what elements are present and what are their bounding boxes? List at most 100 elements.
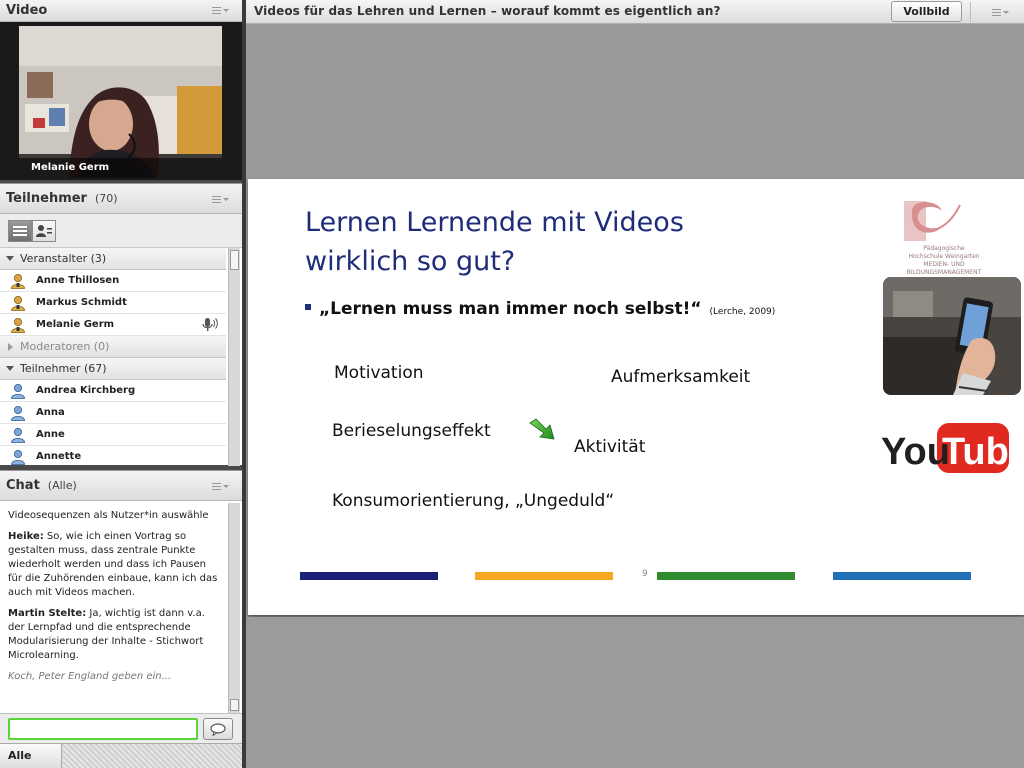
keyword-berieselungseffekt: Berieselungseffekt (332, 421, 491, 441)
video-pod-header: Video (0, 0, 242, 22)
video-pod-title: Video (6, 3, 48, 18)
participant-group-label: Veranstalter (3) (20, 252, 107, 265)
menu-icon (212, 195, 221, 203)
keyword-aufmerksamkeit: Aufmerksamkeit (611, 367, 751, 387)
chevron-down-icon (6, 366, 14, 371)
video-pod: Video Melanie Germ (0, 0, 242, 180)
host-user-icon (11, 317, 25, 333)
chat-pod-menu-button[interactable] (212, 480, 230, 492)
participants-count: (70) (94, 192, 118, 205)
participant-row[interactable]: Anna (0, 402, 226, 424)
university-logo-text: Pädagogische Hochschule Weingarten MEDIE… (902, 245, 986, 277)
chat-message-author: Heike: (8, 531, 44, 542)
list-view-button[interactable] (8, 220, 32, 242)
person-list-icon (36, 225, 52, 237)
chevron-right-icon (8, 342, 13, 351)
user-icon (11, 405, 25, 421)
logo-text-line-1: Pädagogische (923, 245, 965, 252)
participant-row[interactable]: Annette (0, 446, 226, 466)
user-icon (11, 383, 25, 399)
bullet-citation: (Lerche, 2009) (709, 307, 776, 317)
youtube-logo-icon: You Tube (881, 423, 1024, 473)
chat-footer: Alle (0, 743, 242, 768)
logo-text-line-3: MEDIEN- UND (923, 261, 965, 268)
host-user-icon (11, 295, 25, 311)
university-logo-mark (904, 201, 961, 241)
participant-group-header[interactable]: Moderatoren (0) (0, 336, 226, 358)
participant-group-label: Moderatoren (0) (20, 340, 110, 353)
chat-input-bar (0, 713, 242, 743)
participant-row[interactable]: Andrea Kirchberg (0, 380, 226, 402)
chat-message-input[interactable] (8, 718, 198, 740)
slide-page-number: 9 (642, 569, 648, 579)
participant-name: Anna (36, 407, 65, 418)
participant-group-label: Teilnehmer (67) (20, 362, 107, 375)
chat-pod: Chat (Alle) Videosequenzen als Nutzer*in… (0, 470, 242, 768)
participant-name: Anne Thillosen (36, 275, 120, 286)
chevron-down-icon (1003, 10, 1009, 14)
green-arrow-icon (529, 418, 555, 440)
participant-group-header[interactable]: Teilnehmer (67) (0, 358, 226, 380)
bullet-square-icon (305, 304, 311, 310)
slide-title-line-1: Lernen Lernende mit Videos (305, 207, 684, 238)
participant-row[interactable]: Anne (0, 424, 226, 446)
keyword-aktivitaet: Aktivität (574, 437, 646, 457)
participant-name: Markus Schmidt (36, 297, 127, 308)
participants-scrollbar[interactable] (228, 248, 240, 466)
participant-row[interactable]: Melanie Germ (0, 314, 226, 336)
scrollbar-thumb[interactable] (230, 250, 239, 270)
presenter-view-button[interactable] (32, 220, 56, 242)
chevron-down-icon (223, 8, 229, 12)
participant-row[interactable]: Markus Schmidt (0, 292, 226, 314)
bullet-quote: „Lernen muss man immer noch selbst!“ (319, 299, 702, 319)
speaker-name-label: Melanie Germ (19, 158, 222, 178)
logo-text-line-4: BILDUNGSMANAGEMENT (906, 269, 982, 276)
presentation-slide: Lernen Lernende mit Videos wirklich so g… (248, 179, 1024, 615)
smartphone-photo (883, 277, 1021, 395)
chat-recipient-selector[interactable]: Alle (0, 744, 62, 768)
chat-scrollbar[interactable] (228, 503, 240, 713)
scrollbar-thumb[interactable] (230, 699, 239, 711)
webcam-video: Melanie Germ (19, 26, 222, 178)
microphone-active-icon (202, 318, 218, 331)
share-pod: Videos für das Lehren und Lernen – worau… (246, 0, 1024, 768)
participants-pod-header: Teilnehmer (70) (0, 184, 242, 214)
share-pod-title: Videos für das Lehren und Lernen – worau… (254, 4, 721, 18)
participant-name: Anne (36, 429, 65, 440)
keyword-konsumorientierung: Konsumorientierung, „Ungeduld“ (332, 491, 615, 511)
webcam-image (19, 26, 222, 178)
menu-icon (212, 6, 221, 14)
host-user-icon (11, 273, 25, 289)
chat-pod-header: Chat (Alle) (0, 471, 242, 501)
chevron-down-icon (223, 197, 229, 201)
speech-bubble-icon (210, 722, 226, 736)
participants-toolbar (0, 214, 242, 248)
chat-message-text: Videosequenzen als Nutzer*in auswähle (8, 510, 209, 521)
participants-pod: Teilnehmer (70) Veranstalter (3) Anne Thi… (0, 183, 242, 466)
participant-name: Andrea Kirchberg (36, 385, 136, 396)
youtube-you-text: You (881, 431, 950, 473)
send-message-button[interactable] (203, 718, 233, 740)
participant-row[interactable]: Anne Thillosen (0, 270, 226, 292)
participant-group-header[interactable]: Veranstalter (3) (0, 248, 226, 270)
user-icon (11, 449, 25, 465)
fullscreen-button[interactable]: Vollbild (891, 1, 962, 22)
decor-bar-green (657, 572, 795, 580)
slide-title-line-2: wirklich so gut? (305, 246, 516, 277)
chat-scope: (Alle) (47, 479, 77, 492)
decor-bar-blue (833, 572, 971, 580)
chat-message: Martin Stelte: Ja, wichtig ist dann v.a.… (8, 607, 220, 663)
user-icon (11, 427, 25, 443)
chevron-down-icon (6, 256, 14, 261)
university-logo: Pädagogische Hochschule Weingarten MEDIE… (898, 197, 988, 276)
chat-message: Videosequenzen als Nutzer*in auswähle (8, 509, 220, 523)
logo-text-line-2: Hochschule Weingarten (908, 253, 980, 260)
participants-pod-menu-button[interactable] (212, 193, 230, 205)
menu-icon (212, 482, 221, 490)
video-pod-menu-button[interactable] (212, 4, 230, 16)
participant-name: Annette (36, 451, 82, 462)
keyword-motivation: Motivation (334, 363, 424, 383)
share-pod-header: Videos für das Lehren und Lernen – worau… (246, 0, 1024, 24)
share-pod-menu-button[interactable] (992, 6, 1010, 18)
menu-icon (992, 8, 1001, 16)
